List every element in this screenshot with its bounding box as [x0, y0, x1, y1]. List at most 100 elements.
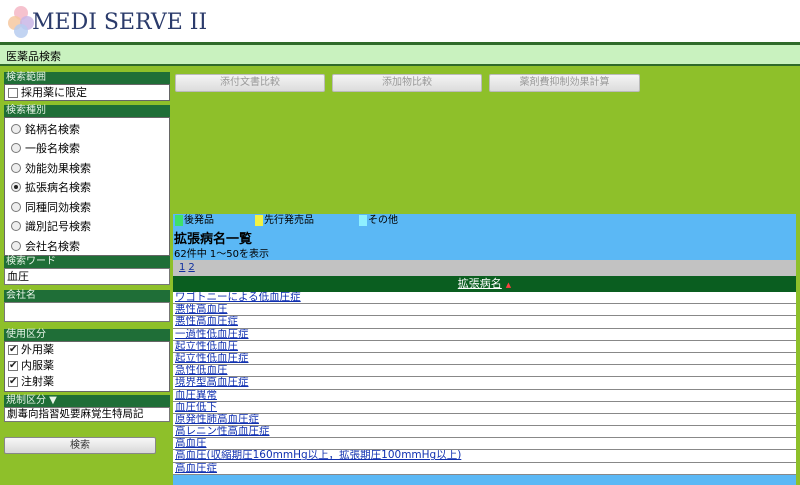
table-row: 起立性低血圧症 — [173, 352, 796, 366]
usage-option[interactable]: 内服薬 — [5, 358, 169, 374]
table-row: 原発性肺高血圧症 — [173, 413, 796, 427]
disease-name-link[interactable]: 血圧低下 — [175, 402, 217, 413]
disease-name-link[interactable]: 高血圧 — [175, 438, 207, 449]
table-row: 悪性高血圧症 — [173, 316, 796, 329]
compare-package-insert-button[interactable]: 添付文書比較 — [175, 74, 325, 92]
disease-name-link[interactable]: ワゴトニーによる低血圧症 — [175, 292, 301, 303]
legend-swatch — [359, 215, 367, 226]
search-type-option[interactable]: 銘柄名検索 — [5, 119, 169, 139]
legend-swatch — [175, 215, 183, 226]
radio-icon[interactable] — [11, 143, 21, 154]
usage-option-label: 注射薬 — [21, 375, 54, 388]
search-type-option[interactable]: 会社名検索 — [5, 236, 169, 256]
keyword-label: 検索ワード — [4, 256, 170, 268]
column-header-label[interactable]: 拡張病名 — [458, 277, 502, 290]
company-label: 会社名 — [4, 290, 170, 302]
page-link[interactable]: 2 — [188, 262, 194, 273]
search-type-label: 検索種別 — [4, 105, 170, 117]
table-row: 血圧低下 — [173, 401, 796, 414]
medi-serve-logo: MEDI SERVE II — [6, 4, 207, 40]
disease-name-link[interactable]: 血圧異常 — [175, 390, 217, 401]
disease-name-link[interactable]: 急性低血圧 — [175, 365, 228, 376]
search-type-label: 銘柄名検索 — [25, 122, 80, 136]
legend-label: 先行発売品 — [264, 215, 314, 226]
compare-additives-button[interactable]: 添加物比較 — [332, 74, 482, 92]
company-input[interactable] — [4, 302, 170, 322]
disease-name-link[interactable]: 起立性低血圧 — [175, 341, 238, 352]
search-panel: 検索範囲 採用薬に限定 検索種別 銘柄名検索一般名検索効能効果検索 拡張病名検索同… — [4, 72, 170, 422]
page-link[interactable]: 1 — [179, 262, 185, 273]
usage-box: 外用薬内服薬注射薬 — [4, 341, 170, 392]
table-row: 急性低血圧 — [173, 365, 796, 378]
restriction-field[interactable]: 劇毒向指習処要麻覚生特局記 — [4, 407, 170, 422]
results-table: ワゴトニーによる低血圧症 悪性高血圧 悪性高血圧症 一過性低血圧症 起立性低血圧 起立性低… — [173, 292, 796, 475]
disease-name-link[interactable]: 悪性高血圧 — [175, 304, 228, 315]
scope-label: 検索範囲 — [4, 72, 170, 84]
search-type-label: 効能効果検索 — [25, 161, 91, 175]
checkbox-checked-icon[interactable] — [8, 342, 18, 358]
restriction-dropdown[interactable]: 規制区分 ▼ — [4, 395, 170, 407]
pager: 12 — [173, 260, 796, 276]
table-row: 一過性低血圧症 — [173, 328, 796, 341]
section-title-bar: 医薬品検索 — [0, 42, 800, 66]
app-header: MEDI SERVE II — [0, 0, 800, 42]
legend-label: 後発品 — [184, 215, 214, 226]
drug-cost-calc-button[interactable]: 薬剤費抑制効果計算 — [489, 74, 640, 92]
search-type-label: 一般名検索 — [25, 142, 80, 156]
search-type-option[interactable]: 同種同効検索 — [5, 197, 169, 217]
disease-name-link[interactable]: 境界型高血圧症 — [175, 377, 249, 388]
disease-name-link[interactable]: 高レニン性高血圧症 — [175, 426, 270, 437]
disease-name-link[interactable]: 高血圧(収縮期圧160mmHg以上，拡張期圧100mmHg以上) — [175, 450, 461, 461]
radio-icon[interactable] — [11, 240, 21, 251]
table-row: 起立性低血圧 — [173, 340, 796, 353]
search-type-option[interactable]: 識別記号検索 — [5, 217, 169, 237]
legend-swatch — [255, 215, 263, 226]
search-type-label: 同種同効検索 — [25, 200, 91, 214]
table-row: 高血圧 — [173, 438, 796, 451]
table-row: 血圧異常 — [173, 389, 796, 402]
disease-name-link[interactable]: 悪性高血圧症 — [175, 316, 238, 327]
disease-name-link[interactable]: 起立性低血圧症 — [175, 353, 249, 364]
usage-option[interactable]: 外用薬 — [5, 342, 169, 358]
usage-label: 使用区分 — [4, 329, 170, 341]
radio-icon[interactable] — [11, 182, 21, 193]
table-row: 高血圧症 — [173, 462, 796, 475]
disease-name-link[interactable]: 原発性肺高血圧症 — [175, 414, 259, 425]
adopted-only-label: 採用薬に限定 — [21, 86, 87, 99]
keyword-input[interactable]: 血圧 — [4, 268, 170, 285]
search-type-label: 識別記号検索 — [25, 220, 91, 234]
checkbox-icon[interactable] — [8, 88, 18, 98]
column-header[interactable]: 拡張病名 ▲ — [173, 276, 796, 292]
disease-name-link[interactable]: 一過性低血圧症 — [175, 329, 249, 340]
radio-icon[interactable] — [11, 221, 21, 232]
table-row: 悪性高血圧 — [173, 304, 796, 317]
section-title: 医薬品検索 — [6, 50, 61, 63]
checkbox-checked-icon[interactable] — [8, 374, 18, 390]
legend: 後発品 先行発売品 その他 — [175, 214, 775, 227]
scope-box: 採用薬に限定 — [4, 84, 170, 101]
adopted-only-checkbox[interactable]: 採用薬に限定 — [5, 85, 169, 101]
results-panel: 後発品 先行発売品 その他 拡張病名一覧 62件中 1～50を表示 12 拡張病名 ▲… — [173, 214, 796, 485]
table-row: 高レニン性高血圧症 — [173, 426, 796, 439]
search-type-option[interactable]: 一般名検索 — [5, 139, 169, 159]
table-row: 高血圧(収縮期圧160mmHg以上，拡張期圧100mmHg以上) — [173, 450, 796, 463]
usage-option[interactable]: 注射薬 — [5, 374, 169, 390]
radio-icon[interactable] — [11, 123, 21, 134]
search-type-label: 会社名検索 — [25, 239, 80, 253]
search-type-box: 銘柄名検索一般名検索効能効果検索 拡張病名検索 同種同効検索 識別記号検索 会社名検索 — [4, 117, 170, 256]
table-row: ワゴトニーによる低血圧症 — [173, 292, 796, 305]
disease-name-link[interactable]: 高血圧症 — [175, 463, 217, 474]
sort-up-icon: ▲ — [505, 281, 512, 289]
search-button[interactable]: 検索 — [4, 437, 156, 454]
table-row: 境界型高血圧症 — [173, 377, 796, 390]
usage-option-label: 内服薬 — [21, 359, 54, 372]
checkbox-checked-icon[interactable] — [8, 358, 18, 374]
radio-icon[interactable] — [11, 162, 21, 173]
radio-icon[interactable] — [11, 201, 21, 212]
search-type-option[interactable]: 拡張病名検索 — [5, 178, 169, 198]
result-count: 62件中 1～50を表示 — [174, 249, 269, 260]
logo-text: MEDI SERVE II — [32, 10, 208, 35]
usage-option-label: 外用薬 — [21, 343, 54, 356]
search-type-label: 拡張病名検索 — [25, 181, 91, 195]
search-type-option[interactable]: 効能効果検索 — [5, 158, 169, 178]
